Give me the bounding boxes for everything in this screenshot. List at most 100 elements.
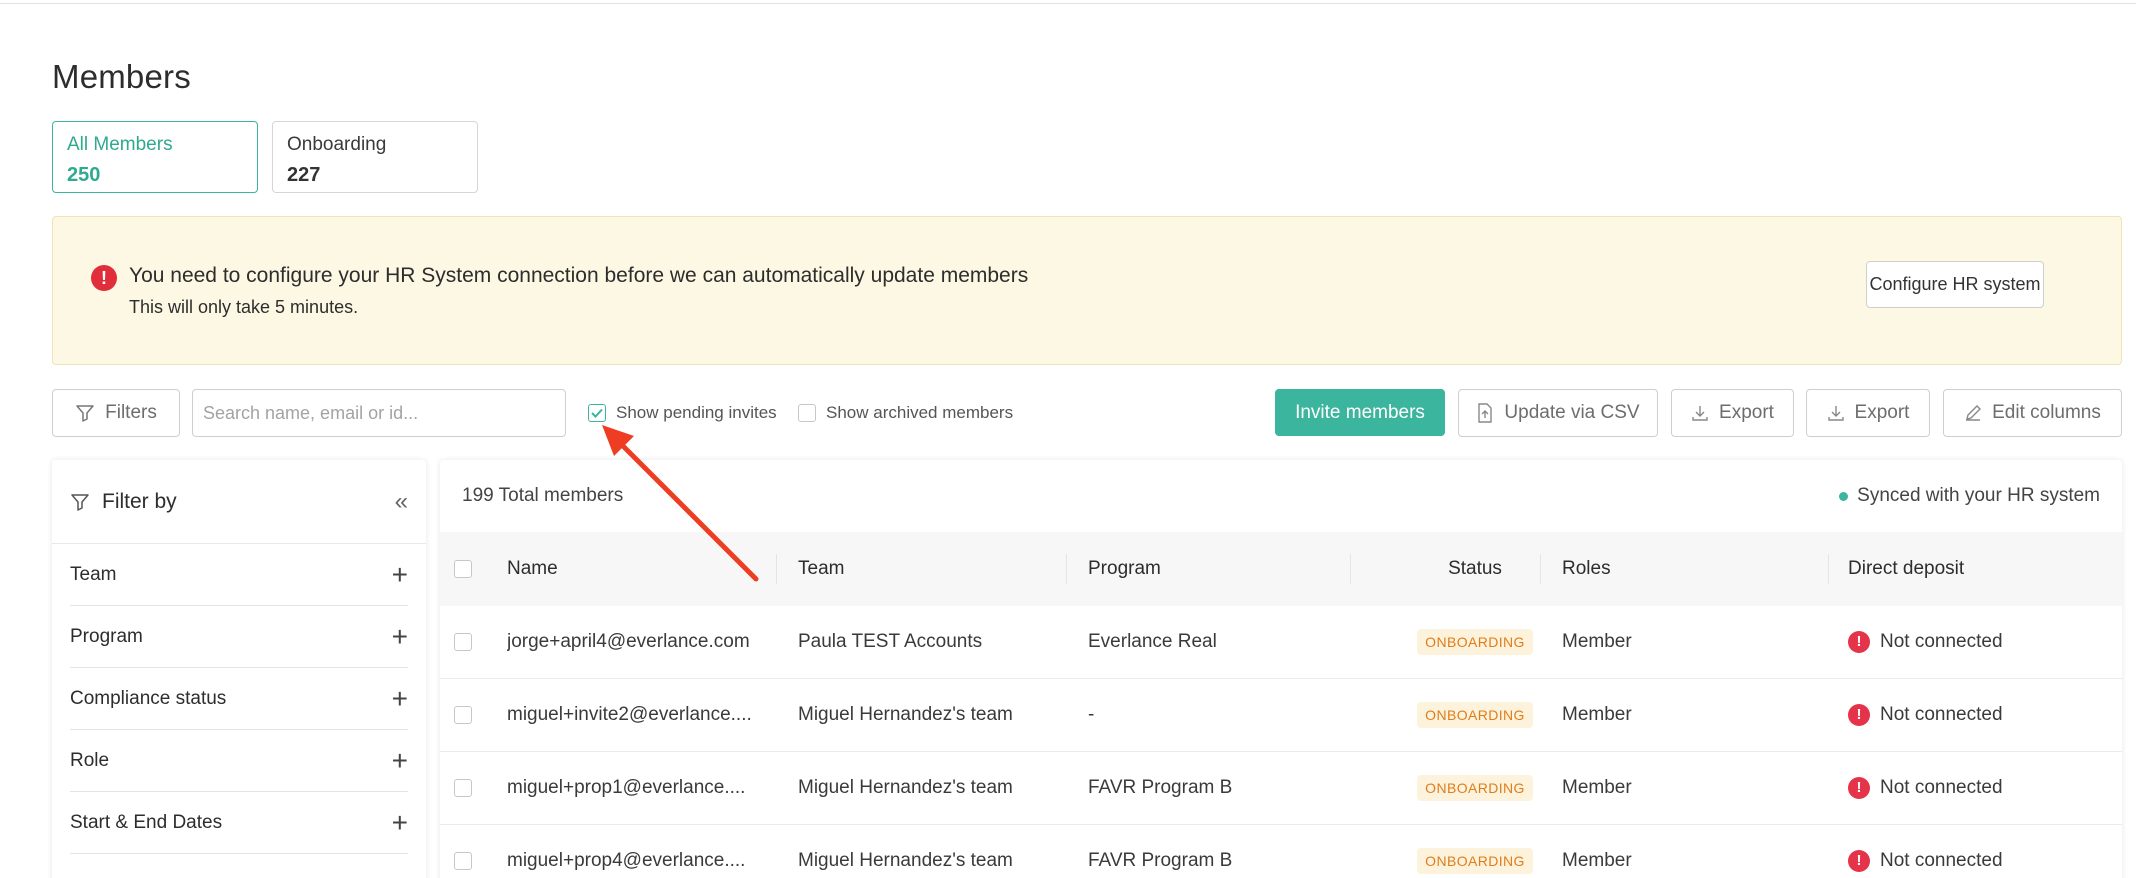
direct-deposit-status: Not connected	[1880, 850, 2003, 871]
row-checkbox[interactable]	[454, 852, 472, 870]
member-program: FAVR Program B	[1088, 777, 1233, 798]
status-badge: ONBOARDING	[1417, 848, 1533, 874]
filter-panel-header: Filter by «	[52, 460, 426, 544]
member-team: Miguel Hernandez's team	[798, 777, 1013, 798]
filter-item-label: Start & End Dates	[70, 811, 223, 833]
configure-hr-system-button[interactable]: Configure HR system	[1866, 261, 2044, 308]
member-name[interactable]: miguel+prop4@everlance....	[507, 825, 767, 878]
member-status-cell: ONBOARDING	[1365, 825, 1585, 878]
column-header-direct-deposit[interactable]: Direct deposit	[1848, 532, 1964, 606]
tab-all-members-count: 250	[67, 164, 101, 186]
member-name[interactable]: jorge+april4@everlance.com	[507, 606, 767, 678]
column-divider	[1828, 554, 1829, 584]
show-pending-label: Show pending invites	[616, 403, 777, 422]
select-all-checkbox[interactable]	[454, 560, 472, 578]
show-archived-checkbox[interactable]	[798, 404, 816, 422]
show-pending-checkbox[interactable]	[588, 404, 606, 422]
collapse-panel-icon[interactable]: «	[395, 488, 408, 516]
filter-item-start-end-dates[interactable]: Start & End Dates +	[70, 792, 408, 854]
table-row[interactable]: jorge+april4@everlance.com Paula TEST Ac…	[440, 606, 2122, 679]
row-select-cell	[454, 752, 472, 824]
invite-members-button[interactable]: Invite members	[1275, 389, 1445, 436]
checkmark-icon	[591, 408, 603, 418]
column-header-name[interactable]: Name	[507, 532, 767, 606]
direct-deposit-status: Not connected	[1880, 777, 2003, 798]
show-pending-invites-toggle[interactable]: Show pending invites	[588, 403, 777, 423]
alert-title: You need to configure your HR System con…	[129, 264, 1029, 287]
error-icon: !	[1848, 777, 1870, 799]
sync-status: Synced with your HR system	[1839, 485, 2100, 507]
update-via-csv-button[interactable]: Update via CSV	[1458, 389, 1658, 437]
row-select-cell	[454, 606, 472, 678]
column-header-program[interactable]: Program	[1088, 532, 1161, 606]
direct-deposit-status: Not connected	[1880, 631, 2003, 652]
total-members: 199 Total members	[462, 485, 624, 506]
member-status-cell: ONBOARDING	[1365, 606, 1585, 678]
direct-deposit-status: Not connected	[1880, 704, 2003, 725]
column-divider	[1350, 554, 1351, 584]
member-role: Member	[1562, 704, 1632, 725]
alert-icon: !	[91, 265, 117, 291]
filter-item-label: Program	[70, 625, 143, 647]
export-button-secondary[interactable]: Export	[1806, 389, 1930, 437]
tab-onboarding[interactable]: Onboarding 227	[272, 121, 478, 193]
alert-subtitle: This will only take 5 minutes.	[129, 297, 359, 317]
table-row[interactable]: miguel+prop4@everlance.... Miguel Hernan…	[440, 825, 2122, 878]
member-program: Everlance Real	[1088, 631, 1217, 652]
row-select-cell	[454, 679, 472, 751]
filter-item-program[interactable]: Program +	[70, 606, 408, 668]
select-all-cell	[454, 532, 472, 606]
column-divider	[1540, 554, 1541, 584]
status-badge: ONBOARDING	[1417, 629, 1533, 655]
member-status-cell: ONBOARDING	[1365, 752, 1585, 824]
tab-all-members[interactable]: All Members 250	[52, 121, 258, 193]
filter-item-compliance-status[interactable]: Compliance status +	[70, 668, 408, 730]
member-direct-deposit: ! Not connected	[1848, 606, 2003, 678]
member-name[interactable]: miguel+prop1@everlance....	[507, 752, 767, 824]
plus-icon[interactable]: +	[392, 683, 408, 715]
edit-columns-button[interactable]: Edit columns	[1943, 389, 2122, 437]
export-label-secondary: Export	[1854, 402, 1910, 423]
file-upload-icon	[1478, 403, 1493, 423]
plus-icon[interactable]: +	[392, 807, 408, 839]
table-row[interactable]: miguel+invite2@everlance.... Miguel Hern…	[440, 679, 2122, 752]
tab-onboarding-label: Onboarding	[287, 134, 387, 155]
download-icon	[1827, 406, 1844, 421]
member-status-cell: ONBOARDING	[1365, 679, 1585, 751]
column-divider	[776, 554, 777, 584]
row-checkbox[interactable]	[454, 779, 472, 797]
column-header-team[interactable]: Team	[798, 532, 844, 606]
filter-item-label: Role	[70, 749, 110, 771]
column-header-status[interactable]: Status	[1365, 532, 1585, 606]
column-header-roles[interactable]: Roles	[1562, 532, 1611, 606]
plus-icon[interactable]: +	[392, 621, 408, 653]
member-role: Member	[1562, 777, 1632, 798]
row-select-cell	[454, 825, 472, 878]
filters-button[interactable]: Filters	[52, 389, 180, 437]
pencil-icon	[1966, 405, 1982, 421]
sync-status-dot	[1839, 491, 1849, 501]
show-archived-label: Show archived members	[826, 403, 1014, 422]
filter-icon	[76, 405, 94, 422]
filter-item-label: Team	[70, 563, 117, 585]
filter-panel: Filter by « Team + Program + Compliance st…	[52, 460, 426, 878]
member-team: Miguel Hernandez's team	[798, 850, 1013, 871]
member-name[interactable]: miguel+invite2@everlance....	[507, 679, 767, 751]
row-checkbox[interactable]	[454, 706, 472, 724]
member-direct-deposit: ! Not connected	[1848, 679, 2003, 751]
member-role: Member	[1562, 850, 1632, 871]
filter-item-role[interactable]: Role +	[70, 730, 408, 792]
export-button[interactable]: Export	[1671, 389, 1794, 437]
row-checkbox[interactable]	[454, 633, 472, 651]
member-team: Miguel Hernandez's team	[798, 704, 1013, 725]
plus-icon[interactable]: +	[392, 559, 408, 591]
page-title: Members	[52, 58, 191, 95]
table-row[interactable]: miguel+prop1@everlance.... Miguel Hernan…	[440, 752, 2122, 825]
export-label: Export	[1719, 402, 1774, 423]
top-divider	[0, 0, 2136, 4]
filter-item-team[interactable]: Team +	[70, 544, 408, 606]
show-archived-members-toggle[interactable]: Show archived members	[798, 403, 1013, 423]
plus-icon[interactable]: +	[392, 745, 408, 777]
sync-status-label: Synced with your HR system	[1857, 485, 2100, 506]
search-input[interactable]	[192, 389, 566, 437]
